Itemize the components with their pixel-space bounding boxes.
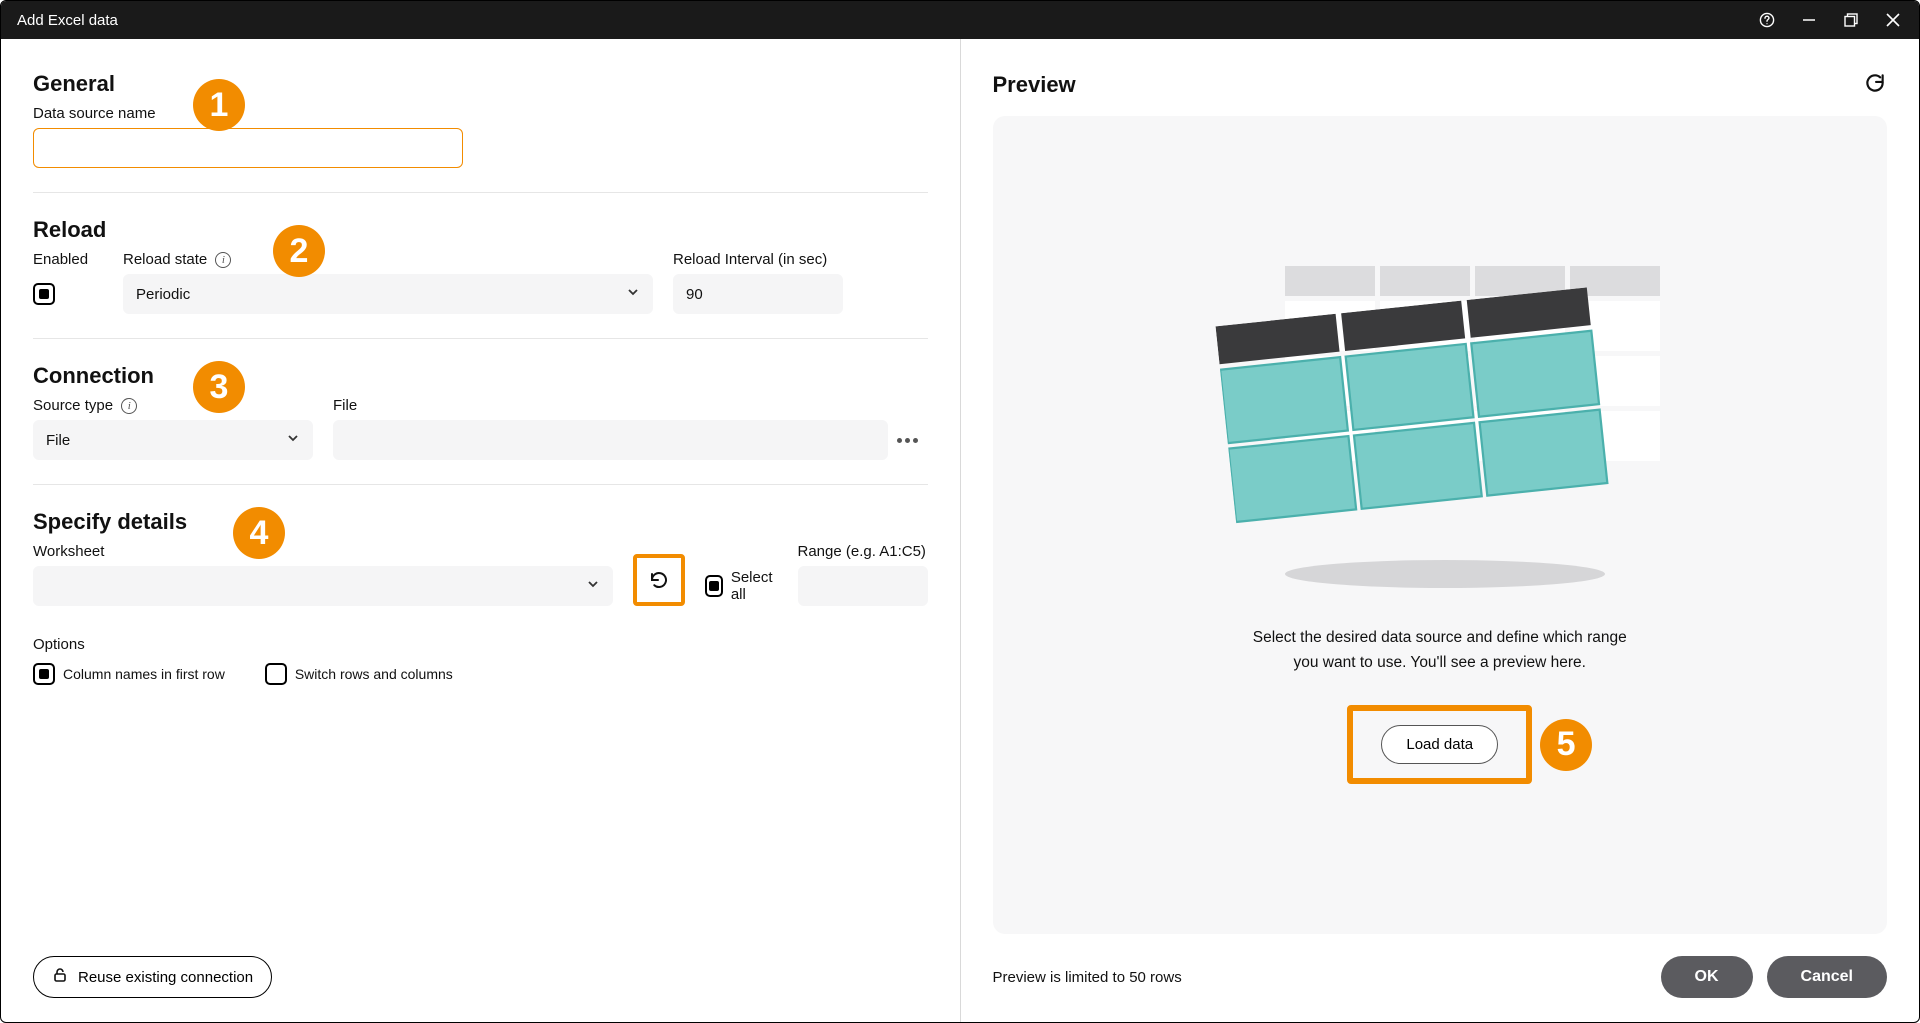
heading-reload: Reload	[33, 217, 928, 243]
switch-rows-checkbox[interactable]	[265, 663, 287, 685]
load-data-highlight: Load data 5	[1347, 705, 1532, 784]
section-general: General Data source name 1	[33, 71, 928, 193]
window-title: Add Excel data	[17, 12, 118, 29]
label-options: Options	[33, 636, 928, 653]
spreadsheet-front-icon	[1215, 286, 1614, 526]
label-enabled: Enabled	[33, 251, 103, 268]
heading-connection: Connection	[33, 363, 928, 389]
help-icon[interactable]	[1757, 10, 1777, 30]
lock-icon	[52, 967, 68, 987]
refresh-worksheet-button[interactable]	[633, 554, 685, 606]
preview-pane: Preview	[961, 39, 1920, 1022]
refresh-preview-button[interactable]	[1863, 71, 1887, 98]
label-switch-rows: Switch rows and columns	[295, 666, 453, 682]
label-file: File	[333, 397, 928, 414]
label-range: Range (e.g. A1:C5)	[798, 543, 928, 560]
file-input[interactable]	[333, 420, 888, 460]
label-source-type: Source type i	[33, 397, 313, 414]
heading-general: General	[33, 71, 928, 97]
chevron-down-icon	[586, 577, 600, 595]
reload-state-value: Periodic	[136, 286, 190, 303]
cancel-button[interactable]: Cancel	[1767, 956, 1887, 998]
label-select-all: Select all	[731, 569, 778, 603]
chevron-down-icon	[626, 285, 640, 303]
reload-interval-input[interactable]	[673, 274, 843, 314]
info-icon[interactable]: i	[215, 252, 231, 268]
range-input[interactable]	[798, 566, 928, 606]
select-all-checkbox[interactable]	[705, 575, 723, 597]
settings-pane: General Data source name 1 Reload Enable…	[1, 39, 961, 1022]
reload-state-select[interactable]: Periodic	[123, 274, 653, 314]
label-reload-interval: Reload Interval (in sec)	[673, 251, 843, 268]
label-column-names: Column names in first row	[63, 666, 225, 682]
section-reload: Reload Enabled Reload state i	[33, 217, 928, 339]
file-browse-button[interactable]	[888, 438, 928, 443]
worksheet-select[interactable]	[33, 566, 613, 606]
heading-specify: Specify details	[33, 509, 928, 535]
chevron-down-icon	[286, 431, 300, 449]
preview-illustration	[1225, 266, 1655, 596]
reuse-connection-label: Reuse existing connection	[78, 969, 253, 986]
source-type-select[interactable]: File	[33, 420, 313, 460]
annotation-badge-2: 2	[273, 225, 325, 277]
preview-message: Select the desired data source and defin…	[1253, 626, 1627, 676]
data-source-name-input[interactable]	[33, 128, 463, 168]
column-names-checkbox[interactable]	[33, 663, 55, 685]
section-specify-details: Specify details Worksheet	[33, 509, 928, 709]
annotation-badge-5: 5	[1540, 719, 1592, 771]
annotation-badge-4: 4	[233, 507, 285, 559]
label-reload-state: Reload state i	[123, 251, 653, 268]
ok-button[interactable]: OK	[1661, 956, 1753, 998]
heading-preview: Preview	[993, 72, 1076, 98]
shadow-decoration	[1285, 560, 1605, 588]
label-worksheet: Worksheet	[33, 543, 613, 560]
maximize-icon[interactable]	[1841, 10, 1861, 30]
preview-body: Select the desired data source and defin…	[993, 116, 1888, 934]
source-type-value: File	[46, 432, 70, 449]
annotation-badge-1: 1	[193, 79, 245, 131]
reuse-connection-button[interactable]: Reuse existing connection	[33, 956, 272, 998]
close-icon[interactable]	[1883, 10, 1903, 30]
annotation-badge-3: 3	[193, 361, 245, 413]
enabled-checkbox[interactable]	[33, 283, 55, 305]
label-data-source-name: Data source name	[33, 105, 928, 122]
info-icon[interactable]: i	[121, 398, 137, 414]
title-bar: Add Excel data	[1, 1, 1919, 39]
preview-limit-text: Preview is limited to 50 rows	[993, 969, 1182, 986]
section-connection: Connection Source type i File File	[33, 363, 928, 485]
minimize-icon[interactable]	[1799, 10, 1819, 30]
load-data-button[interactable]: Load data	[1381, 725, 1498, 764]
